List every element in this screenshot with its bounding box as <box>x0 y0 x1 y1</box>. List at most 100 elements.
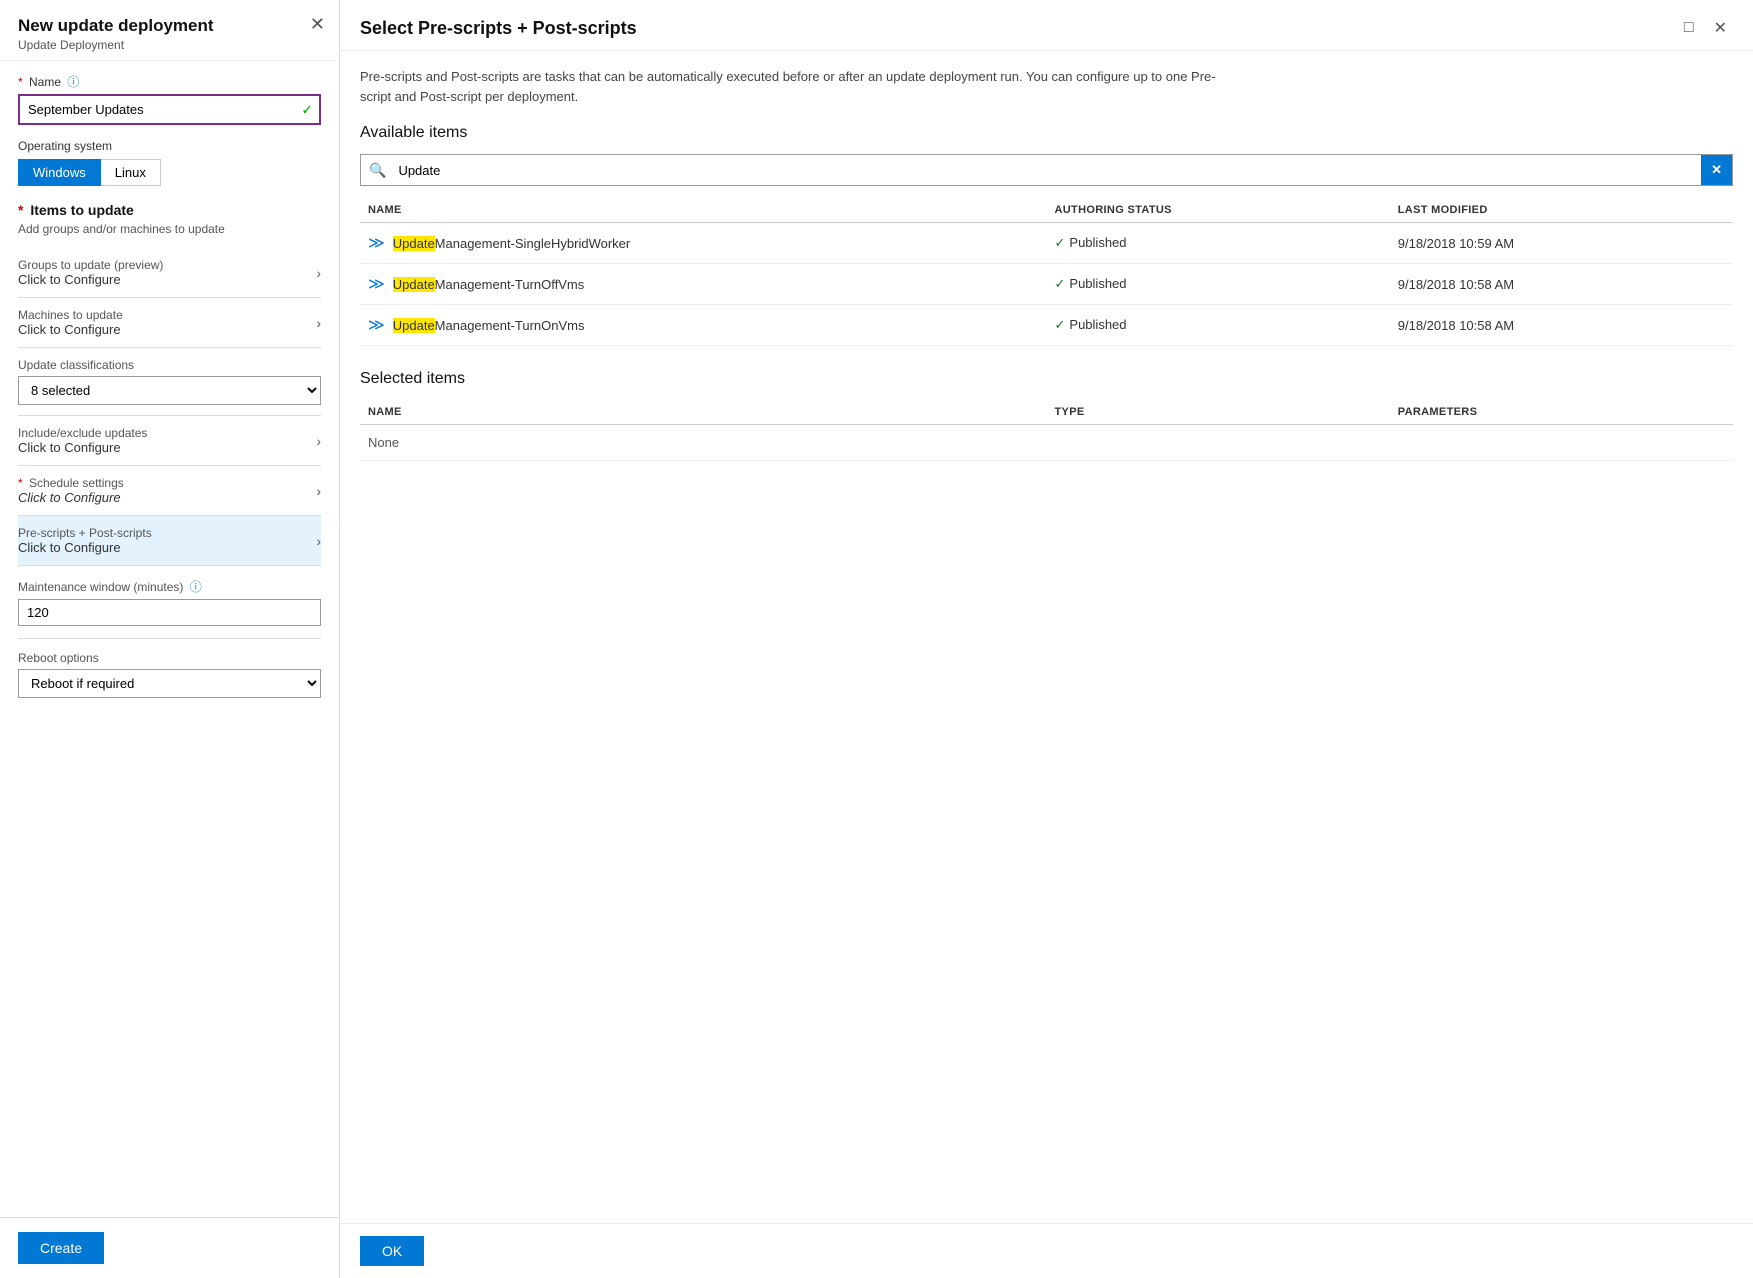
item-modified-cell: 9/18/2018 10:59 AM <box>1390 223 1733 264</box>
search-bar: 🔍 ✕ <box>360 154 1733 186</box>
items-to-update-desc: Add groups and/or machines to update <box>18 222 321 236</box>
available-modified-header: LAST MODIFIED <box>1390 198 1733 223</box>
right-footer: OK <box>340 1223 1753 1278</box>
include-exclude-title: Include/exclude updates <box>18 426 316 440</box>
selected-params-header: PARAMETERS <box>1390 400 1733 425</box>
item-modified-cell: 9/18/2018 10:58 AM <box>1390 264 1733 305</box>
prescripts-value: Click to Configure <box>18 540 316 555</box>
selected-items-title: Selected items <box>360 370 1733 388</box>
os-windows-button[interactable]: Windows <box>18 159 101 186</box>
table-row[interactable]: ≫ UpdateManagement-TurnOffVms ✓Published9/… <box>360 264 1733 305</box>
left-header: New update deployment Update Deployment … <box>0 0 339 61</box>
table-row: None <box>360 425 1733 461</box>
os-buttons: Windows Linux <box>18 159 321 186</box>
name-info-icon[interactable]: ⓘ <box>67 75 79 89</box>
item-name-cell: ≫ UpdateManagement-SingleHybridWorker <box>360 223 1047 264</box>
os-linux-button[interactable]: Linux <box>101 159 161 186</box>
schedule-title: * Schedule settings <box>18 476 316 490</box>
available-items-title: Available items <box>360 124 1733 142</box>
right-panel-title: Select Pre-scripts + Post-scripts <box>360 18 637 39</box>
description-text: Pre-scripts and Post-scripts are tasks t… <box>360 67 1220 106</box>
groups-item-value: Click to Configure <box>18 272 316 287</box>
schedule-chevron-icon: › <box>316 483 321 499</box>
required-star: * <box>18 75 23 89</box>
classifications-label: Update classifications <box>18 358 321 372</box>
search-icon: 🔍 <box>361 156 394 185</box>
name-rest-text: Management-SingleHybridWorker <box>435 236 631 251</box>
minimize-button[interactable]: □ <box>1678 17 1700 39</box>
runbook-icon: ≫ <box>368 235 385 252</box>
table-row[interactable]: ≫ UpdateManagement-SingleHybridWorker ✓Pub… <box>360 223 1733 264</box>
name-check-icon: ✓ <box>301 101 313 118</box>
right-header-actions: □ ✕ <box>1678 16 1733 40</box>
create-button[interactable]: Create <box>18 1232 104 1264</box>
prescripts-title: Pre-scripts + Post-scripts <box>18 526 316 540</box>
maintenance-info-icon[interactable]: ⓘ <box>190 580 202 594</box>
table-row[interactable]: ≫ UpdateManagement-TurnOnVms ✓Published9/1… <box>360 305 1733 346</box>
selected-name-header: NAME <box>360 400 1047 425</box>
item-status-cell: ✓Published <box>1047 305 1390 346</box>
name-input-wrap: ✓ <box>18 94 321 125</box>
item-modified-cell: 9/18/2018 10:58 AM <box>1390 305 1733 346</box>
search-input[interactable] <box>394 157 1701 184</box>
maintenance-label: Maintenance window (minutes) ⓘ <box>18 578 321 595</box>
left-footer: Create <box>0 1217 339 1278</box>
groups-to-update-item[interactable]: Groups to update (preview) Click to Conf… <box>18 248 321 298</box>
item-name-cell: ≫ UpdateManagement-TurnOnVms <box>360 305 1047 346</box>
maintenance-section: Maintenance window (minutes) ⓘ <box>18 566 321 639</box>
reboot-select[interactable]: Reboot if required Never reboot Always r… <box>18 669 321 698</box>
selected-type-header: TYPE <box>1047 400 1390 425</box>
ok-button[interactable]: OK <box>360 1236 424 1266</box>
published-check-icon: ✓ <box>1055 235 1066 250</box>
groups-item-title: Groups to update (preview) <box>18 258 316 272</box>
left-panel: New update deployment Update Deployment … <box>0 0 340 1278</box>
name-rest-text: Management-TurnOffVms <box>435 277 585 292</box>
available-status-header: AUTHORING STATUS <box>1047 198 1390 223</box>
classifications-select[interactable]: 8 selected <box>18 376 321 405</box>
right-header: Select Pre-scripts + Post-scripts □ ✕ <box>340 0 1753 51</box>
machines-to-update-item[interactable]: Machines to update Click to Configure › <box>18 298 321 348</box>
name-rest-text: Management-TurnOnVms <box>435 318 585 333</box>
maintenance-input[interactable] <box>18 599 321 626</box>
machines-chevron-icon: › <box>316 315 321 331</box>
runbook-icon: ≫ <box>368 317 385 334</box>
schedule-value: Click to Configure <box>18 490 316 505</box>
machines-item-value: Click to Configure <box>18 322 316 337</box>
selected-table: NAME TYPE PARAMETERS None <box>360 400 1733 461</box>
groups-chevron-icon: › <box>316 265 321 281</box>
available-name-header: NAME <box>360 198 1047 223</box>
name-label: * Name ⓘ <box>18 73 321 90</box>
close-right-button[interactable]: ✕ <box>1708 16 1733 40</box>
reboot-label: Reboot options <box>18 651 321 665</box>
include-exclude-chevron-icon: › <box>316 433 321 449</box>
published-check-icon: ✓ <box>1055 276 1066 291</box>
highlight-text: Update <box>393 318 435 333</box>
published-check-icon: ✓ <box>1055 317 1066 332</box>
name-input[interactable] <box>18 94 321 125</box>
left-body: * Name ⓘ ✓ Operating system Windows Linu… <box>0 61 339 1217</box>
classifications-wrap: Update classifications 8 selected <box>18 348 321 416</box>
machines-item-title: Machines to update <box>18 308 316 322</box>
prescripts-item[interactable]: Pre-scripts + Post-scripts Click to Conf… <box>18 516 321 566</box>
item-status-cell: ✓Published <box>1047 264 1390 305</box>
schedule-settings-item[interactable]: * Schedule settings Click to Configure › <box>18 466 321 516</box>
reboot-section: Reboot options Reboot if required Never … <box>18 639 321 710</box>
close-left-button[interactable]: ✕ <box>310 14 325 35</box>
highlight-text: Update <box>393 236 435 251</box>
panel-subtitle: Update Deployment <box>18 38 321 52</box>
right-panel: Select Pre-scripts + Post-scripts □ ✕ Pr… <box>340 0 1753 1278</box>
prescripts-chevron-icon: › <box>316 533 321 549</box>
available-table: NAME AUTHORING STATUS LAST MODIFIED ≫ Upd… <box>360 198 1733 346</box>
os-label: Operating system <box>18 139 321 153</box>
include-exclude-item[interactable]: Include/exclude updates Click to Configu… <box>18 416 321 466</box>
search-clear-button[interactable]: ✕ <box>1701 155 1732 185</box>
include-exclude-value: Click to Configure <box>18 440 316 455</box>
item-status-cell: ✓Published <box>1047 223 1390 264</box>
highlight-text: Update <box>393 277 435 292</box>
right-body: Pre-scripts and Post-scripts are tasks t… <box>340 51 1753 1223</box>
item-name-cell: ≫ UpdateManagement-TurnOffVms <box>360 264 1047 305</box>
runbook-icon: ≫ <box>368 276 385 293</box>
panel-title: New update deployment <box>18 16 321 36</box>
none-text: None <box>360 425 1733 461</box>
items-to-update-heading: * Items to update <box>18 202 321 218</box>
